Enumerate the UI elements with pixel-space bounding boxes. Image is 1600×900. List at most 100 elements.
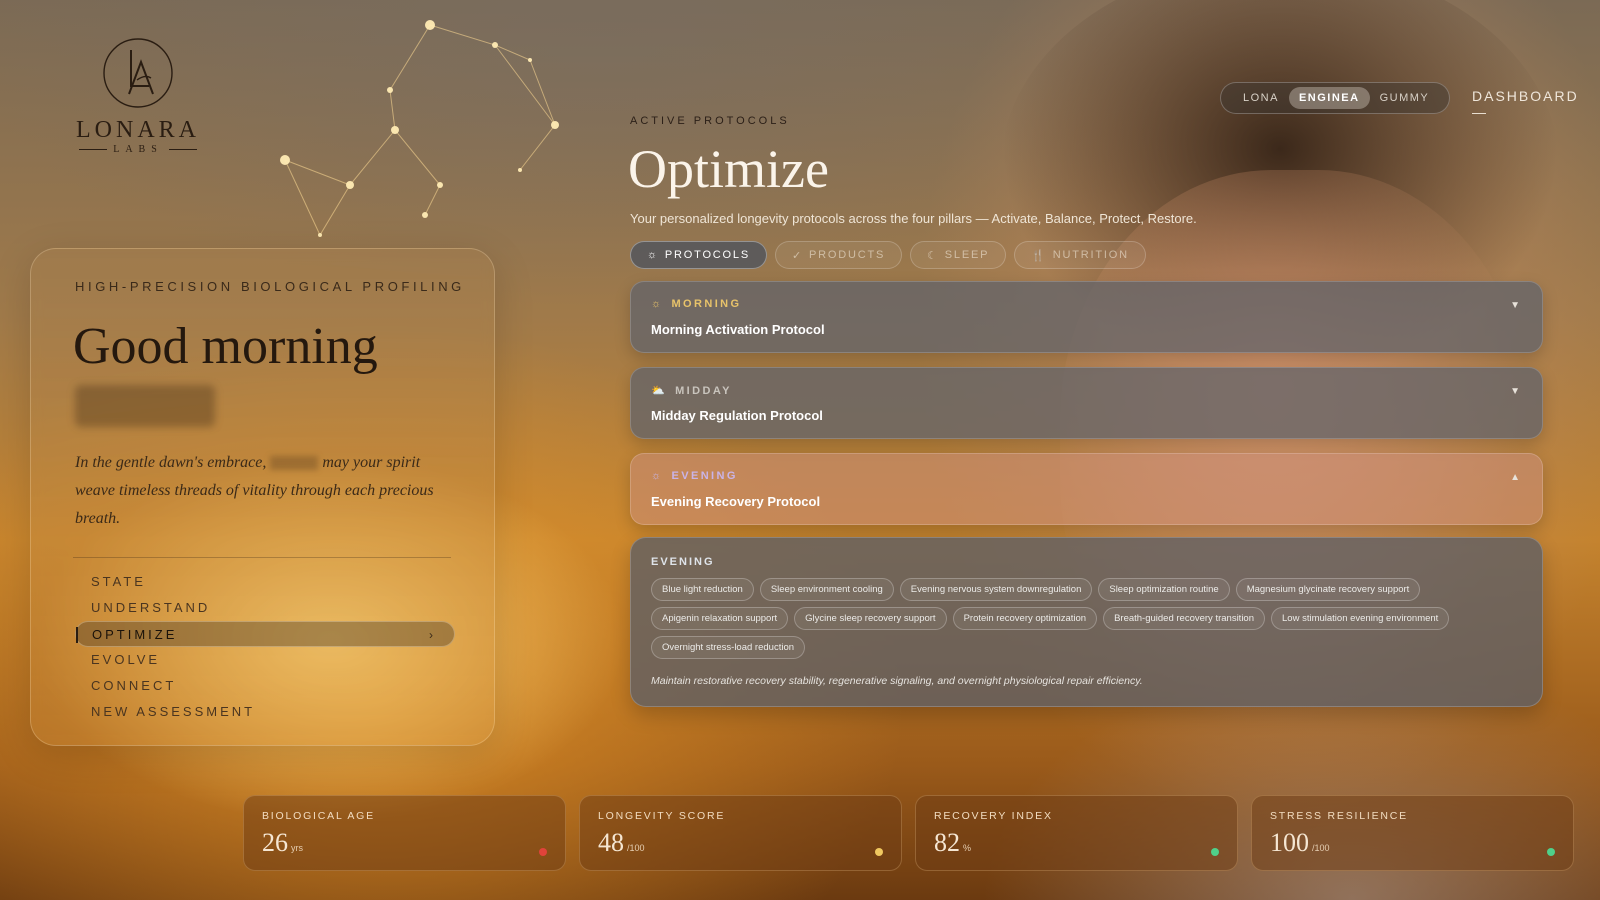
- protocol-chip[interactable]: Sleep optimization routine: [1098, 578, 1230, 601]
- brand-sub: LABS: [68, 144, 208, 155]
- nav-item-understand[interactable]: UNDERSTAND: [75, 595, 455, 621]
- protocol-evening[interactable]: ☼ EVENING Evening Recovery Protocol ▲: [630, 453, 1543, 525]
- metric-unit: /100: [627, 843, 645, 853]
- brand-name: LONARA: [76, 117, 200, 143]
- protocol-name: Morning Activation Protocol: [651, 322, 825, 337]
- nav-item-state[interactable]: STATE: [75, 569, 455, 595]
- nav-item-new-assessment[interactable]: NEW ASSESSMENT: [75, 699, 455, 725]
- nav-item-label: UNDERSTAND: [91, 600, 211, 615]
- metric-number: 100: [1270, 828, 1309, 857]
- metric-value: 100/100: [1270, 828, 1330, 858]
- protocol-tabs: ☼ PROTOCOLS ✓ PRODUCTS ☾ SLEEP 🍴 NUTRITION: [630, 241, 1146, 269]
- logo-monogram-icon: [103, 38, 173, 108]
- brand-toggle: LONA ENGINEA GUMMY: [1220, 82, 1450, 114]
- protocol-time-label: MORNING: [671, 298, 742, 310]
- protocol-chip[interactable]: Magnesium glycinate recovery support: [1235, 578, 1421, 601]
- profile-card: HIGH-PRECISION BIOLOGICAL PROFILING Good…: [30, 248, 495, 746]
- metric-biological-age[interactable]: BIOLOGICAL AGE 26 yrs: [243, 795, 566, 871]
- metric-label: BIOLOGICAL AGE: [262, 810, 375, 822]
- brand-logo[interactable]: LONARA LABS: [68, 36, 208, 155]
- utensils-icon: 🍴: [1031, 249, 1047, 262]
- caret-up-icon[interactable]: ▲: [1510, 472, 1520, 483]
- tab-nutrition[interactable]: 🍴 NUTRITION: [1014, 241, 1146, 269]
- metric-number: 48: [598, 828, 624, 857]
- nav-item-label: OPTIMIZE: [92, 627, 178, 642]
- metric-unit: /100: [1312, 843, 1330, 853]
- caret-down-icon[interactable]: ▼: [1510, 300, 1520, 311]
- metric-label: RECOVERY INDEX: [934, 810, 1053, 822]
- nav-item-label: EVOLVE: [91, 652, 161, 667]
- protocol-morning[interactable]: ☼ MORNING Morning Activation Protocol ▼: [630, 281, 1543, 353]
- chevron-right-icon: ›: [429, 628, 436, 642]
- section-eyebrow: ACTIVE PROTOCOLS: [630, 115, 790, 127]
- side-nav: STATE UNDERSTAND OPTIMIZE › EVOLVE CONNEC…: [75, 569, 455, 725]
- protocol-time: ☼ MORNING: [651, 298, 741, 310]
- protocol-chip[interactable]: Overnight stress-load reduction: [651, 636, 806, 659]
- status-dot: [1547, 848, 1555, 856]
- evening-protocol-detail: EVENING Blue light reduction Sleep envir…: [630, 537, 1543, 707]
- brand-option-enginea[interactable]: ENGINEA: [1288, 87, 1370, 109]
- metric-number: 82: [934, 828, 960, 857]
- sun-icon: ☼: [651, 470, 664, 482]
- divider: [73, 557, 451, 558]
- brand-sub-label: LABS: [113, 144, 163, 155]
- protocol-midday[interactable]: ⛅ MIDDAY Midday Regulation Protocol ▼: [630, 367, 1543, 439]
- metric-value: 48/100: [598, 828, 645, 858]
- protocol-time-label: MIDDAY: [675, 384, 732, 397]
- brand-option-lona[interactable]: LONA: [1233, 87, 1289, 109]
- tab-products[interactable]: ✓ PRODUCTS: [774, 241, 903, 269]
- tab-protocols[interactable]: ☼ PROTOCOLS: [630, 241, 767, 269]
- protocol-time-label: EVENING: [671, 470, 738, 482]
- status-dot: [539, 848, 547, 856]
- protocol-chip[interactable]: Blue light reduction: [651, 578, 754, 601]
- protocol-chip[interactable]: Breath-guided recovery transition: [1103, 607, 1265, 630]
- metric-label: STRESS RESILIENCE: [1270, 810, 1408, 822]
- protocol-time: ☼ EVENING: [651, 470, 738, 482]
- metric-value: 26 yrs: [262, 828, 303, 858]
- nav-item-connect[interactable]: CONNECT: [75, 673, 455, 699]
- sun-icon: ☼: [651, 298, 664, 310]
- check-icon: ✓: [791, 249, 803, 262]
- brand-option-gummy[interactable]: GUMMY: [1370, 87, 1440, 109]
- protocol-chip[interactable]: Evening nervous system downregulation: [899, 578, 1093, 601]
- metric-longevity-score[interactable]: LONGEVITY SCORE 48/100: [579, 795, 902, 871]
- tab-label: PROTOCOLS: [664, 249, 750, 261]
- nav-item-optimize[interactable]: OPTIMIZE ›: [75, 621, 455, 647]
- dashboard-link[interactable]: DASHBOARD —: [1472, 88, 1600, 120]
- metric-recovery-index[interactable]: RECOVERY INDEX 82%: [915, 795, 1238, 871]
- protocol-chip[interactable]: Low stimulation evening environment: [1271, 607, 1450, 630]
- page-title: Optimize: [628, 139, 829, 199]
- detail-note: Maintain restorative recovery stability,…: [651, 675, 1143, 687]
- protocol-chip[interactable]: Glycine sleep recovery support: [794, 607, 947, 630]
- greeting-heading: Good morning: [73, 318, 378, 375]
- protocol-chips: Blue light reduction Sleep environment c…: [651, 578, 1531, 659]
- user-name-redacted: [75, 385, 215, 427]
- blessing-pre: In the gentle dawn's embrace,: [75, 454, 267, 471]
- protocol-time: ⛅ MIDDAY: [651, 384, 732, 398]
- protocol-name: Evening Recovery Protocol: [651, 494, 821, 509]
- protocol-chip[interactable]: Sleep environment cooling: [759, 578, 894, 601]
- metric-label: LONGEVITY SCORE: [598, 810, 726, 822]
- status-dot: [875, 848, 883, 856]
- metric-unit: yrs: [291, 843, 303, 853]
- nav-item-label: NEW ASSESSMENT: [91, 704, 256, 719]
- tab-label: PRODUCTS: [809, 249, 886, 261]
- nav-item-label: STATE: [91, 574, 146, 589]
- tab-label: NUTRITION: [1052, 249, 1129, 261]
- protocol-chip[interactable]: Protein recovery optimization: [952, 607, 1098, 630]
- caret-down-icon[interactable]: ▼: [1510, 386, 1520, 397]
- profile-eyebrow: HIGH-PRECISION BIOLOGICAL PROFILING: [75, 279, 465, 294]
- user-name-inline-redacted: [270, 456, 319, 471]
- tab-label: SLEEP: [944, 249, 990, 261]
- sunrise-icon: ⛅: [651, 385, 668, 397]
- blessing-text: In the gentle dawn's embrace, may your s…: [75, 449, 445, 533]
- metric-stress-resilience[interactable]: STRESS RESILIENCE 100/100: [1251, 795, 1574, 871]
- tab-sleep[interactable]: ☾ SLEEP: [910, 241, 1007, 269]
- protocol-chip[interactable]: Apigenin relaxation support: [651, 607, 789, 630]
- detail-title: EVENING: [651, 556, 715, 568]
- metric-unit: %: [963, 843, 972, 853]
- metric-number: 26: [262, 828, 288, 857]
- metric-value: 82%: [934, 828, 971, 858]
- page-subtitle: Your personalized longevity protocols ac…: [630, 211, 1197, 226]
- nav-item-evolve[interactable]: EVOLVE: [75, 647, 455, 673]
